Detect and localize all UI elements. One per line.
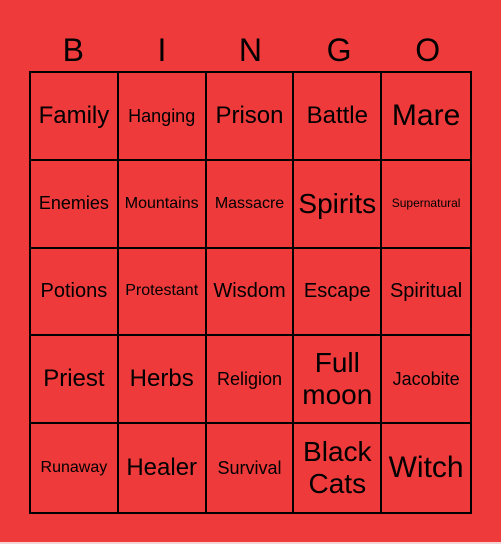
bingo-cell[interactable]: Family [31, 73, 119, 161]
bingo-cell[interactable]: Prison [206, 73, 295, 161]
bingo-cell[interactable]: Religion [206, 336, 295, 425]
bingo-cell[interactable]: Enemies [31, 160, 119, 249]
header-letter-n: N [238, 32, 263, 68]
bingo-cell[interactable]: Massacre [206, 160, 295, 249]
bingo-cell[interactable]: Wisdom [206, 248, 295, 337]
bingo-cell[interactable]: Spiritual [382, 249, 470, 337]
bingo-cell[interactable]: Hanging [118, 73, 207, 161]
bingo-cell[interactable]: Priest [31, 336, 119, 425]
bingo-cell[interactable]: Healer [119, 424, 207, 512]
bingo-cell[interactable]: Mare [382, 73, 470, 161]
header-letter-b: B [62, 32, 84, 68]
header-letter-i: I [157, 32, 167, 68]
bingo-card-grid: Family Hanging Prison Battle Mare Enemies Moun… [29, 71, 472, 514]
bingo-cell[interactable]: Witch [382, 424, 470, 512]
bingo-cell[interactable]: Protestant [118, 248, 207, 337]
bingo-cell[interactable]: Battle [294, 73, 383, 161]
header-letter-g: G [326, 32, 352, 68]
bingo-cell[interactable]: Black Cats [294, 424, 383, 512]
bingo-cell[interactable]: Potions [31, 248, 119, 337]
bingo-cell[interactable]: Full moon [294, 336, 383, 425]
bingo-cell[interactable]: Escape [294, 248, 383, 337]
bingo-cell[interactable]: Mountains [118, 160, 207, 249]
header-letter-o: O [415, 32, 441, 68]
bingo-header: B I N G O [29, 30, 472, 70]
bingo-cell[interactable]: Herbs [118, 336, 207, 425]
bingo-cell[interactable]: Runaway [31, 424, 119, 512]
bingo-cell[interactable]: Supernatural [382, 161, 470, 249]
bingo-cell[interactable]: Survival [207, 424, 295, 512]
bingo-cell[interactable]: Spirits [294, 160, 383, 249]
bingo-cell[interactable]: Jacobite [382, 336, 470, 425]
